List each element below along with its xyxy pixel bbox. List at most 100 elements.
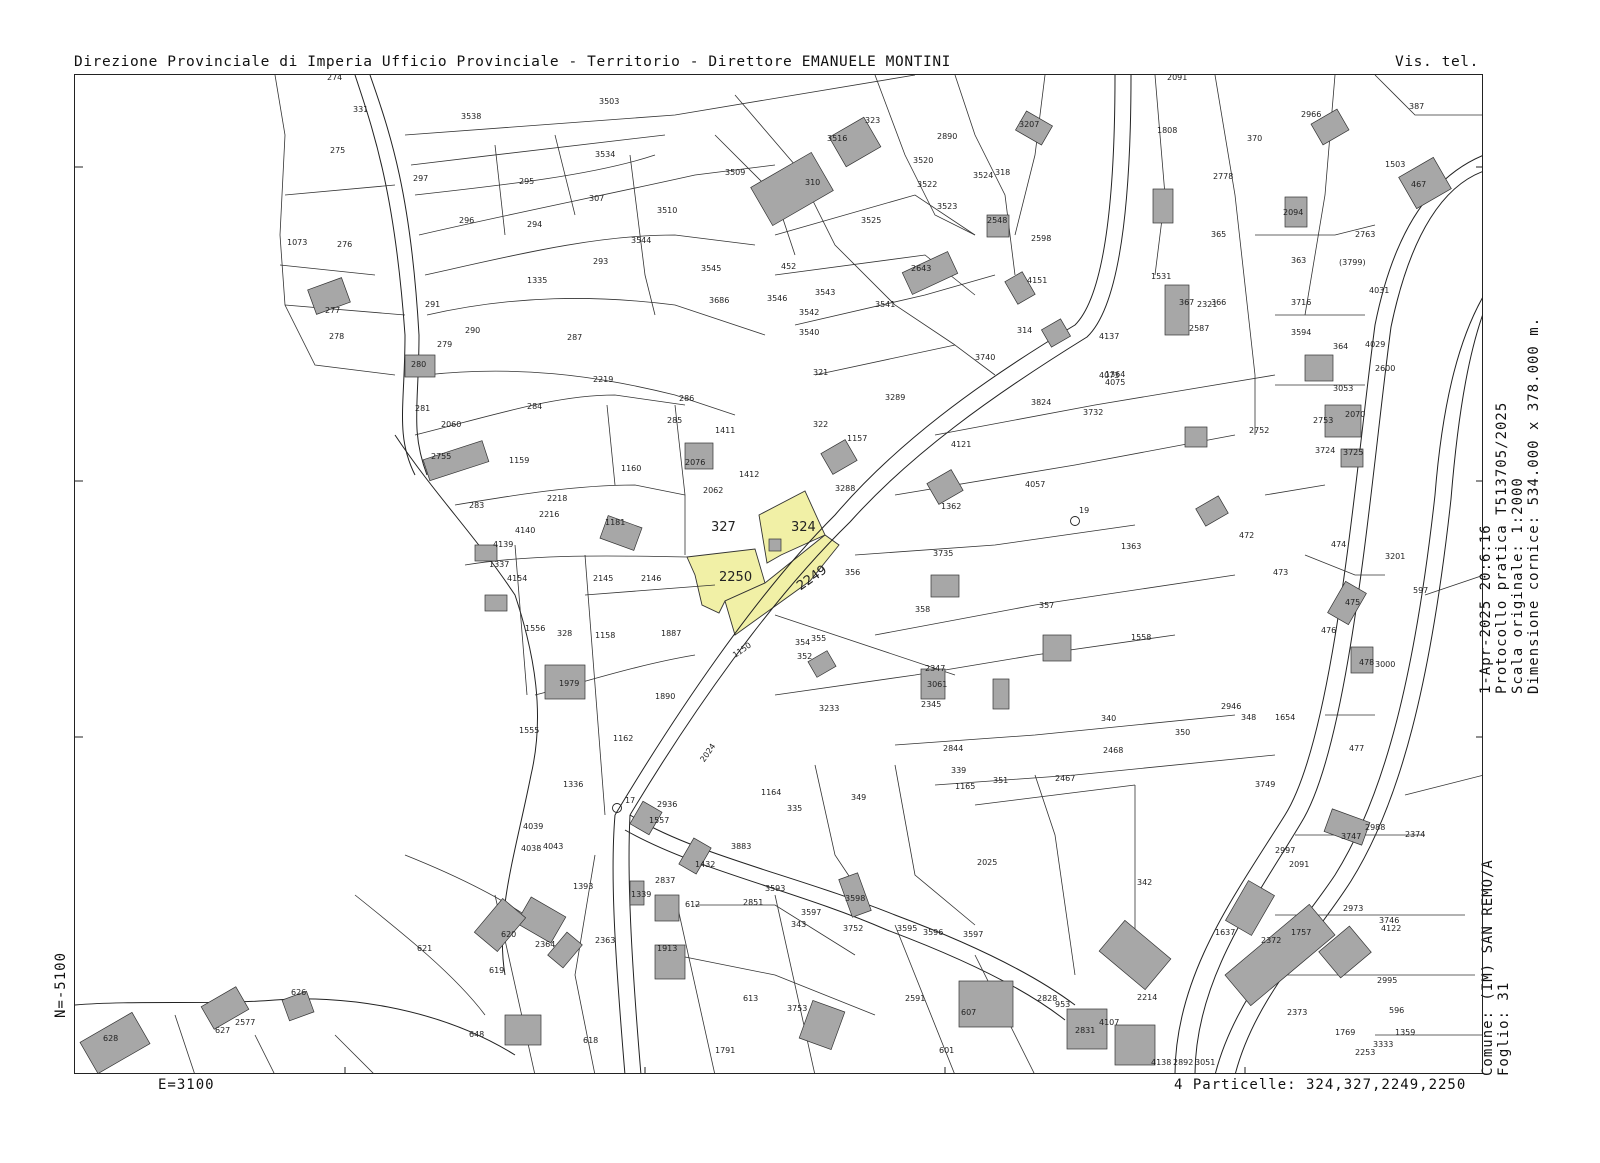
parcel-label-278[interactable]: 278 — [329, 332, 344, 341]
parcel-label-473[interactable]: 473 — [1273, 568, 1288, 577]
parcel-label-283[interactable]: 283 — [469, 501, 484, 510]
parcel-label-2364[interactable]: 2364 — [535, 940, 555, 949]
parcel-label-3824[interactable]: 3824 — [1031, 398, 1051, 407]
parcel-label-358[interactable]: 358 — [915, 605, 930, 614]
parcel-label-4140[interactable]: 4140 — [515, 526, 535, 535]
parcel-label-1335[interactable]: 1335 — [527, 276, 547, 285]
parcel-label-1336[interactable]: 1336 — [563, 780, 583, 789]
parcel-label-1157[interactable]: 1157 — [847, 434, 867, 443]
parcel-label-3289[interactable]: 3289 — [885, 393, 905, 402]
parcel-label-3051[interactable]: 3051 — [1195, 1058, 1215, 1067]
parcel-label-4154[interactable]: 4154 — [507, 574, 527, 583]
parcel-label-1411[interactable]: 1411 — [715, 426, 735, 435]
parcel-label-350[interactable]: 350 — [1175, 728, 1190, 737]
parcel-label-4107[interactable]: 4107 — [1099, 1018, 1119, 1027]
parcel-label-1637[interactable]: 1637 — [1215, 928, 1235, 937]
parcel-label-1362[interactable]: 1362 — [941, 502, 961, 511]
parcel-label-287[interactable]: 287 — [567, 333, 582, 342]
cadastral-map[interactable]: 274 331 275 276 1073 297 296 277 278 291 290 279 280… — [75, 75, 1483, 1074]
parcel-label-2091[interactable]: 2091 — [1289, 860, 1309, 869]
parcel-label-3595[interactable]: 3595 — [897, 924, 917, 933]
parcel-label-349[interactable]: 349 — [851, 793, 866, 802]
parcel-label-2076[interactable]: 2076 — [685, 458, 705, 467]
parcel-label-323[interactable]: 323 — [865, 116, 880, 125]
parcel-label-285[interactable]: 285 — [667, 416, 682, 425]
parcel-label-352[interactable]: 352 — [797, 652, 812, 661]
parcel-label-2844[interactable]: 2844 — [943, 744, 963, 753]
parcel-label-2214[interactable]: 2214 — [1137, 993, 1157, 1002]
parcel-label-452[interactable]: 452 — [781, 262, 796, 271]
parcel-label-3061[interactable]: 3061 — [927, 680, 947, 689]
parcel-label-284[interactable]: 284 — [527, 402, 542, 411]
parcel-label-3598[interactable]: 3598 — [845, 894, 865, 903]
parcel-label-3593[interactable]: 3593 — [765, 884, 785, 893]
parcel-label-596[interactable]: 596 — [1389, 1006, 1404, 1015]
parcel-label-324[interactable]: 324 — [791, 520, 816, 535]
parcel-label-291[interactable]: 291 — [425, 300, 440, 309]
parcel-label-3520[interactable]: 3520 — [913, 156, 933, 165]
parcel-label-1654[interactable]: 1654 — [1275, 713, 1295, 722]
parcel-label-2146[interactable]: 2146 — [641, 574, 661, 583]
parcel-label-328[interactable]: 328 — [557, 629, 572, 638]
parcel-label-2577[interactable]: 2577 — [235, 1018, 255, 1027]
parcel-label-3201[interactable]: 3201 — [1385, 552, 1405, 561]
parcel-label-2372[interactable]: 2372 — [1261, 936, 1281, 945]
parcel-label-351[interactable]: 351 — [993, 776, 1008, 785]
parcel-label-1890[interactable]: 1890 — [655, 692, 675, 701]
parcel-label-1757[interactable]: 1757 — [1291, 928, 1311, 937]
parcel-label-1791[interactable]: 1791 — [715, 1046, 735, 1055]
parcel-label-286[interactable]: 286 — [679, 394, 694, 403]
parcel-label-3525[interactable]: 3525 — [861, 216, 881, 225]
parcel-label-613[interactable]: 613 — [743, 994, 758, 1003]
parcel-label-619[interactable]: 619 — [489, 966, 504, 975]
parcel-label-1073[interactable]: 1073 — [287, 238, 307, 247]
parcel-label-357[interactable]: 357 — [1039, 601, 1054, 610]
parcel-label-2973[interactable]: 2973 — [1343, 904, 1363, 913]
parcel-label-3207[interactable]: 3207 — [1019, 120, 1039, 129]
parcel-label-2094[interactable]: 2094 — [1283, 208, 1303, 217]
parcel-label-4139[interactable]: 4139 — [493, 540, 513, 549]
parcel-label-2218[interactable]: 2218 — [547, 494, 567, 503]
parcel-label-477[interactable]: 477 — [1349, 744, 1364, 753]
parcel-label-3000[interactable]: 3000 — [1375, 660, 1395, 669]
parcel-label-1337[interactable]: 1337 — [489, 560, 509, 569]
parcel-label-310[interactable]: 310 — [805, 178, 820, 187]
parcel-label-4075[interactable]: 4075 — [1105, 378, 1125, 387]
parcel-label-364[interactable]: 364 — [1333, 342, 1348, 351]
parcel-label-4039[interactable]: 4039 — [523, 822, 543, 831]
parcel-label-3509[interactable]: 3509 — [725, 168, 745, 177]
parcel-label-3541[interactable]: 3541 — [875, 300, 895, 309]
parcel-label-318[interactable]: 318 — [995, 168, 1010, 177]
parcel-label-1558[interactable]: 1558 — [1131, 633, 1151, 642]
parcel-label-2345[interactable]: 2345 — [921, 700, 941, 709]
parcel-label-4151[interactable]: 4151 — [1027, 276, 1047, 285]
parcel-label-2219[interactable]: 2219 — [593, 375, 613, 384]
parcel-label-1887[interactable]: 1887 — [661, 629, 681, 638]
parcel-label-2851[interactable]: 2851 — [743, 898, 763, 907]
parcel-label-3725[interactable]: 3725 — [1343, 448, 1363, 457]
parcel-label-339[interactable]: 339 — [951, 766, 966, 775]
parcel-label-3686[interactable]: 3686 — [709, 296, 729, 305]
parcel-label-1359[interactable]: 1359 — [1395, 1028, 1415, 1037]
parcel-label-3749[interactable]: 3749 — [1255, 780, 1275, 789]
parcel-label-4031[interactable]: 4031 — [1369, 286, 1389, 295]
parcel-label-1503[interactable]: 1503 — [1385, 160, 1405, 169]
parcel-label-612[interactable]: 612 — [685, 900, 700, 909]
parcel-label-2946[interactable]: 2946 — [1221, 702, 1241, 711]
parcel-label-1363[interactable]: 1363 — [1121, 542, 1141, 551]
parcel-label-478[interactable]: 478 — [1359, 658, 1374, 667]
parcel-label-1555[interactable]: 1555 — [519, 726, 539, 735]
parcel-label-3716[interactable]: 3716 — [1291, 298, 1311, 307]
parcel-label-2892[interactable]: 2892 — [1173, 1058, 1193, 1067]
parcel-label-2752[interactable]: 2752 — [1249, 426, 1269, 435]
parcel-label-476[interactable]: 476 — [1321, 626, 1336, 635]
parcel-label-1165[interactable]: 1165 — [955, 782, 975, 791]
parcel-label-279[interactable]: 279 — [437, 340, 452, 349]
parcel-label-1913[interactable]: 1913 — [657, 944, 677, 953]
parcel-label-280[interactable]: 280 — [411, 360, 426, 369]
parcel-label-618[interactable]: 618 — [583, 1036, 598, 1045]
parcel-label-4043[interactable]: 4043 — [543, 842, 563, 851]
parcel-label-3596[interactable]: 3596 — [923, 928, 943, 937]
parcel-label-3594[interactable]: 3594 — [1291, 328, 1311, 337]
parcel-label-3534[interactable]: 3534 — [595, 150, 615, 159]
